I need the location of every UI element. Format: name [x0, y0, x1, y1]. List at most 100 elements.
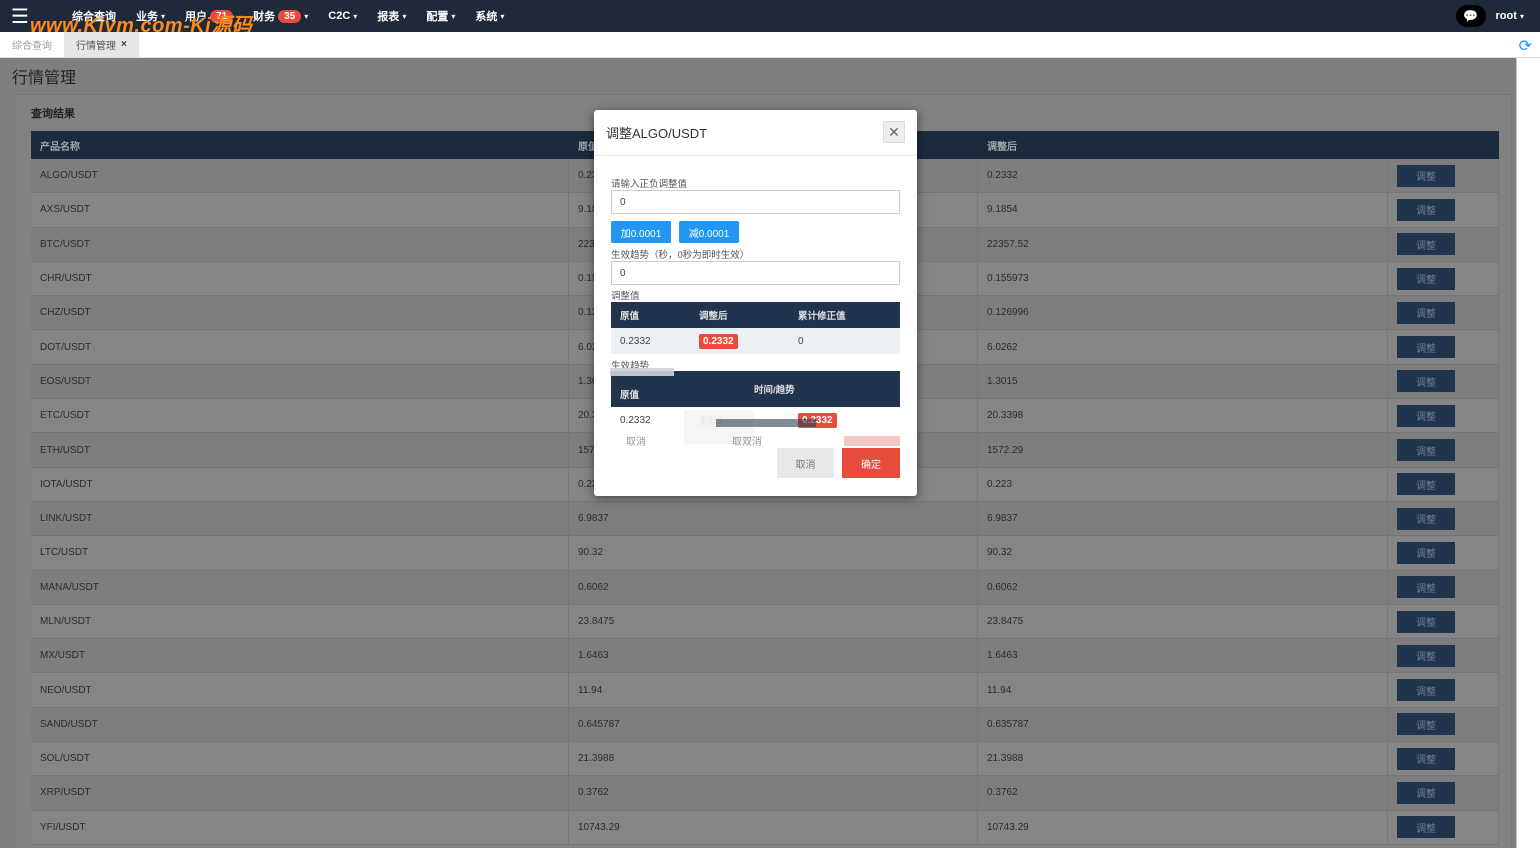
cell-adj: 0.2332	[978, 159, 1388, 193]
adjust-value-input[interactable]: 0	[611, 190, 900, 214]
table-row: LINK/USDT 6.9837 6.9837 调整	[31, 501, 1499, 537]
cancel-button[interactable]: 取消	[777, 448, 834, 478]
adjust-button[interactable]: 调整	[1397, 507, 1455, 530]
adjust-button[interactable]: 调整	[1397, 576, 1455, 599]
modal-header: 调整ALGO/USDT	[594, 110, 917, 156]
nav-item-4[interactable]: C2C ▾	[320, 0, 365, 32]
table-row: SAND/USDT 0.645787 0.635787 调整	[31, 707, 1499, 743]
nav-item-2[interactable]: 用户 71	[177, 0, 241, 32]
adjust-button[interactable]: 调整	[1397, 198, 1455, 221]
nav-item-3[interactable]: 财务 35 ▾	[245, 0, 316, 32]
cell-adj: 0.635787	[978, 707, 1388, 742]
plus-button[interactable]: 加0.0001	[611, 221, 671, 243]
table-row: YFI/USDT 10743.29 10743.29 调整	[31, 810, 1499, 845]
adjust-modal: 调整ALGO/USDT ✕ 请输入正负调整值 0 加0.0001 减0.0001…	[594, 110, 917, 496]
user-menu[interactable]: root ▾	[1496, 10, 1524, 22]
adjust-button[interactable]: 调整	[1397, 370, 1455, 393]
cell-name: CHR/USDT	[31, 261, 569, 296]
cell-action: 调整	[1388, 296, 1499, 330]
nav-item-5[interactable]: 报表 ▾	[369, 0, 414, 32]
nav-item-6[interactable]: 配置 ▾	[418, 0, 463, 32]
cell-orig: 6.9837	[569, 501, 978, 536]
trend-td-orig: 0.2332	[620, 414, 651, 426]
cell-action: 调整	[1388, 159, 1499, 193]
cell-orig: 10743.29	[569, 810, 978, 844]
panel-title: 查询结果	[31, 108, 75, 120]
minus-button[interactable]: 减0.0001	[679, 221, 739, 243]
cell-adj: 1572.29	[978, 433, 1388, 467]
nav-item-0[interactable]: 综合查询	[64, 0, 124, 32]
cell-action: 调整	[1388, 604, 1499, 639]
adjust-button[interactable]: 调整	[1397, 164, 1455, 187]
main-nav: 综合查询 业务 ▾ 用户 71 财务 35 ▾ C2C ▾ 报表 ▾ 配置 ▾ 系统 ▾	[64, 0, 512, 32]
cell-adj: 22357.52	[978, 227, 1388, 261]
modal-title: 调整ALGO/USDT	[606, 126, 708, 141]
cell-orig: 90.32	[569, 536, 978, 570]
col-header-name: 产品名称	[40, 141, 80, 153]
adjust-button[interactable]: 调整	[1397, 679, 1455, 702]
cell-orig: 1.6463	[569, 639, 978, 673]
cell-name: SAND/USDT	[31, 707, 569, 742]
cell-action: 调整	[1388, 467, 1499, 501]
adjust-th-orig: 原值	[620, 311, 640, 322]
cell-adj: 0.223	[978, 467, 1388, 501]
adjust-button[interactable]: 调整	[1397, 781, 1455, 804]
render-artifact	[844, 436, 900, 446]
chevron-down-icon: ▾	[304, 11, 309, 21]
adjust-button[interactable]: 调整	[1397, 747, 1455, 770]
cell-orig: 21.3988	[569, 742, 978, 776]
adjust-button[interactable]: 调整	[1397, 816, 1455, 839]
cell-name: YFI/USDT	[31, 810, 569, 844]
tab-bar: 综合查询 行情管理 ×	[0, 32, 1540, 58]
adjust-button[interactable]: 调整	[1397, 473, 1455, 496]
adjust-button[interactable]: 调整	[1397, 404, 1455, 427]
adjust-button[interactable]: 调整	[1397, 541, 1455, 564]
trend-input[interactable]: 0	[611, 261, 900, 285]
adjust-button[interactable]: 调整	[1397, 267, 1455, 290]
confirm-button[interactable]: 确定	[842, 448, 900, 478]
cell-adj: 20.3398	[978, 399, 1388, 433]
cell-name: ETH/USDT	[31, 433, 569, 467]
cell-adj: 10743.29	[978, 810, 1388, 844]
tab-0[interactable]: 综合查询	[0, 32, 64, 57]
nav-item-label: 配置	[426, 11, 449, 23]
nav-item-1[interactable]: 业务 ▾	[128, 0, 173, 32]
cell-action: 调整	[1388, 639, 1499, 673]
table-row: MX/USDT 1.6463 1.6463 调整	[31, 639, 1499, 674]
close-icon[interactable]: ✕	[883, 121, 905, 143]
adjust-button[interactable]: 调整	[1397, 336, 1455, 359]
cell-adj: 0.126996	[978, 296, 1388, 330]
adjust-button[interactable]: 调整	[1397, 301, 1455, 324]
cell-action: 调整	[1388, 364, 1499, 399]
cell-name: DOT/USDT	[31, 330, 569, 364]
cell-orig: 0.645787	[569, 707, 978, 742]
cell-name: ALGO/USDT	[31, 159, 569, 193]
adjust-button[interactable]: 调整	[1397, 233, 1455, 256]
cell-adj: 21.3988	[978, 742, 1388, 776]
cell-action: 调整	[1388, 810, 1499, 844]
adjust-button[interactable]: 调整	[1397, 610, 1455, 633]
cell-orig: 0.6062	[569, 570, 978, 604]
cell-action: 调整	[1388, 227, 1499, 261]
tab-1[interactable]: 行情管理 ×	[64, 32, 139, 57]
render-artifact	[610, 368, 674, 376]
nav-item-7[interactable]: 系统 ▾	[467, 0, 512, 32]
chat-icon[interactable]: 💬	[1455, 5, 1486, 27]
adjust-button[interactable]: 调整	[1397, 439, 1455, 462]
nav-item-label: 报表	[377, 11, 400, 23]
cell-adj: 0.6062	[978, 570, 1388, 604]
cell-name: MLN/USDT	[31, 604, 569, 639]
adjust-button[interactable]: 调整	[1397, 644, 1455, 667]
close-icon[interactable]: ×	[121, 39, 127, 50]
cell-action: 调整	[1388, 261, 1499, 296]
menu-icon[interactable]: ☰	[0, 0, 40, 32]
cell-name: EOS/USDT	[31, 364, 569, 399]
cell-name: LTC/USDT	[31, 536, 569, 570]
trend-th-orig: 原值	[620, 390, 640, 401]
adjust-button[interactable]: 调整	[1397, 713, 1455, 736]
refresh-icon[interactable]: ⟳	[1519, 36, 1532, 56]
nav-badge: 35	[278, 9, 302, 23]
cell-adj: 0.3762	[978, 776, 1388, 810]
adjust-value-label: 请输入正负调整值	[611, 179, 688, 190]
cell-action: 调整	[1388, 501, 1499, 536]
